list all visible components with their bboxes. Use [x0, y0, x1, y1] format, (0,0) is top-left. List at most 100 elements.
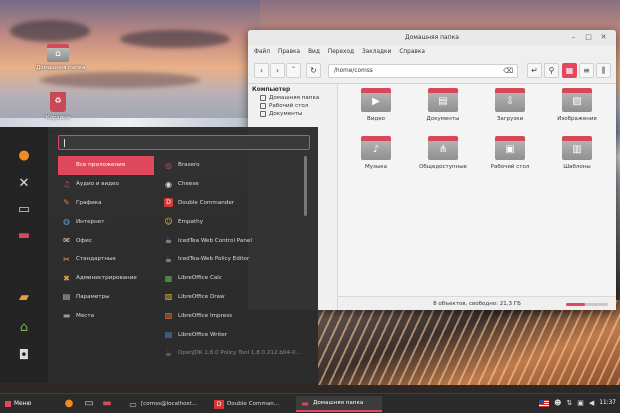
favorite-file-manager[interactable]: ▬ [14, 225, 34, 245]
task-file-manager[interactable]: ▬ Домашняя папка [296, 396, 382, 412]
user-icon[interactable]: ☻ [554, 398, 561, 408]
app-brasero[interactable]: ◎ Brasero [160, 156, 306, 175]
app-double-commander[interactable]: D Double Commander [160, 194, 306, 213]
category-label: Стандартные [76, 256, 116, 263]
maximize-icon[interactable]: □ [584, 33, 593, 42]
wallpaper-bridge [318, 300, 620, 385]
sidebar-item-home[interactable]: Домашняя папка [248, 93, 337, 101]
home-icon [260, 95, 266, 101]
path-toggle-icon: ↵ [531, 66, 538, 75]
folder-name: Музыка [365, 164, 387, 170]
sidebar-item-label: Документы [269, 111, 303, 117]
category-preferences[interactable]: ▤ Параметры [58, 288, 154, 307]
terminal-icon: ▭ [17, 201, 31, 217]
location-path: /home/comss [334, 68, 373, 74]
category-multimedia[interactable]: ♫ Аудио и видео [58, 175, 154, 194]
libreoffice-calc-icon: ▦ [164, 273, 173, 283]
category-all[interactable]: Все приложения [58, 156, 154, 175]
network-icon[interactable]: ⇅ [566, 398, 572, 408]
app-libreoffice-impress[interactable]: ▨ LibreOffice Impress [160, 306, 306, 325]
favorite-settings[interactable]: ✕ [14, 173, 34, 193]
window-titlebar[interactable]: Домашняя папка – □ ✕ [248, 30, 616, 45]
menu-help[interactable]: Справка [399, 49, 425, 55]
up-button[interactable]: ˆ [286, 63, 301, 78]
folder-documents[interactable]: ▤ Документы [415, 88, 471, 122]
app-libreoffice-draw[interactable]: ▧ LibreOffice Draw [160, 288, 306, 307]
desktop-icon-home[interactable]: ⌂ Домашняя папка [36, 44, 85, 71]
category-places[interactable]: ▬ Места [58, 306, 154, 325]
notifications-icon[interactable]: ▣ [577, 398, 584, 408]
favorite-logout[interactable]: ⌂ [14, 317, 34, 337]
forward-button[interactable]: › [270, 63, 285, 78]
back-button[interactable]: ‹ [254, 63, 269, 78]
multimedia-icon: ♫ [62, 179, 71, 189]
folder-videos[interactable]: ▶ Видео [348, 88, 404, 122]
category-graphics[interactable]: ✎ Графика [58, 194, 154, 213]
task-terminal[interactable]: ▭ [comss@localhost... [124, 396, 210, 412]
chevron-up-icon: ˆ [291, 66, 296, 75]
task-double-commander[interactable]: D Double Comman... [210, 396, 296, 412]
app-label: LibreOffice Writer [178, 331, 228, 338]
folder-desktop[interactable]: ▣ Рабочий стол [482, 136, 538, 170]
app-libreoffice-calc[interactable]: ▦ LibreOffice Calc [160, 269, 306, 288]
quicklaunch-file-manager[interactable]: ▬ [100, 397, 114, 411]
home-folder-icon: ⌂ [47, 44, 69, 62]
clock[interactable]: 11:37 [599, 398, 616, 408]
category-office[interactable]: ✉ Офис [58, 231, 154, 250]
brasero-icon: ◎ [165, 160, 172, 170]
app-icedtea-policy-editor[interactable]: ☕ IcedTea-Web Policy Editor [160, 250, 306, 269]
menu-go[interactable]: Переход [328, 49, 354, 55]
quicklaunch-terminal[interactable]: ▭ [82, 397, 96, 411]
settings-tools-icon: ✕ [18, 175, 30, 191]
menu-edit[interactable]: Правка [278, 49, 300, 55]
start-menu-button[interactable]: Меню [2, 397, 34, 411]
app-list-scrollbar[interactable] [304, 156, 307, 216]
menu-view[interactable]: Вид [308, 49, 320, 55]
libreoffice-writer-icon: ▤ [164, 330, 173, 340]
favorite-firefox[interactable]: ● [14, 145, 34, 165]
category-accessories[interactable]: ✂ Стандартные [58, 250, 154, 269]
app-openjdk-policy-tool[interactable]: ☕ OpenJDK 1.8.0 Policy Tool 1.8.0.212.b04… [160, 344, 306, 363]
folder-public[interactable]: ⋔ Общедоступные [415, 136, 471, 170]
reload-icon: ↻ [310, 66, 317, 75]
app-icedtea-control-panel[interactable]: ☕ IcedTea Web Control Panel [160, 231, 306, 250]
search-button[interactable]: ⚲ [544, 63, 559, 78]
favorite-lock[interactable]: ◘ [14, 345, 34, 365]
list-view-button[interactable]: ≡ [579, 63, 594, 78]
clear-location-icon[interactable]: ⌫ [503, 67, 513, 75]
favorite-terminal[interactable]: ▭ [14, 199, 34, 219]
compact-view-button[interactable]: ⫼ [596, 63, 611, 78]
menu-file[interactable]: Файл [254, 49, 270, 55]
volume-icon[interactable]: ◀ [589, 398, 594, 408]
quicklaunch-firefox[interactable]: ● [62, 397, 76, 411]
category-internet[interactable]: ◍ Интернет [58, 212, 154, 231]
app-empathy[interactable]: ☺ Empathy [160, 212, 306, 231]
menu-bookmarks[interactable]: Закладки [362, 49, 391, 55]
chevron-left-icon: ‹ [259, 66, 264, 75]
keyboard-layout-flag-icon[interactable] [539, 399, 550, 407]
folder-templates[interactable]: ▥ Шаблоны [549, 136, 605, 170]
location-bar[interactable]: /home/comss ⌫ [328, 64, 518, 78]
icon-view-button[interactable]: ▦ [562, 63, 577, 78]
internet-icon: ◍ [63, 217, 70, 227]
system-tray: ☻ ⇅ ▣ ◀ 11:37 [539, 398, 616, 408]
folder-music[interactable]: ♪ Музыка [348, 136, 404, 170]
documents-folder-icon: ▤ [428, 88, 458, 112]
folder-pictures[interactable]: ▨ Изображения [549, 88, 605, 122]
reload-button[interactable]: ↻ [306, 63, 321, 78]
folder-downloads[interactable]: ⇩ Загрузки [482, 88, 538, 122]
app-search-input[interactable] [58, 135, 310, 150]
favorite-package-manager[interactable]: ▰ [14, 287, 34, 307]
app-cheese[interactable]: ◉ Cheese [160, 175, 306, 194]
sidebar-item-documents[interactable]: Документы [248, 109, 337, 117]
app-label: IcedTea-Web Policy Editor [178, 256, 250, 263]
minimize-icon[interactable]: – [569, 33, 578, 42]
zoom-slider[interactable] [566, 303, 608, 306]
sidebar-item-desktop[interactable]: Рабочий стол [248, 101, 337, 109]
category-administration[interactable]: ✖ Администрирование [58, 269, 154, 288]
toggle-path-button[interactable]: ↵ [527, 63, 542, 78]
category-label: Администрирование [76, 275, 137, 282]
app-libreoffice-writer[interactable]: ▤ LibreOffice Writer [160, 325, 306, 344]
close-icon[interactable]: ✕ [599, 33, 608, 42]
desktop-icon-trash[interactable]: ♻ Корзина [36, 92, 80, 121]
